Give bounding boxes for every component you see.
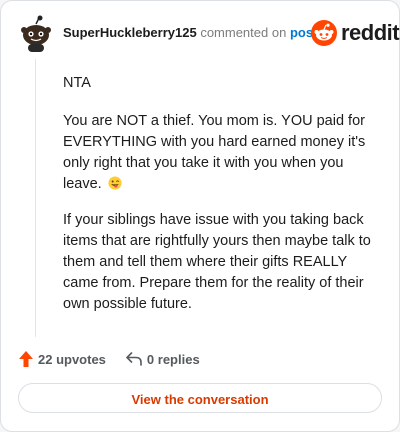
commented-on-text: commented on xyxy=(200,25,287,40)
snoo-avatar-icon xyxy=(21,15,51,52)
reddit-snoo-icon xyxy=(311,20,337,46)
comment-card: SuperHuckleberry125 commented on post re… xyxy=(0,0,400,432)
winking-tongue-emoji-icon xyxy=(108,176,122,190)
reply-count: 0 replies xyxy=(146,351,200,367)
comment-body: NTA You are NOT a thief. You mom is. YOU… xyxy=(63,73,381,330)
upvote-count: 22 upvotes xyxy=(38,351,106,367)
comment-paragraph: If your siblings have issue with you tak… xyxy=(63,212,371,312)
reply-button[interactable]: 0 replies xyxy=(126,352,200,367)
comment-paragraph: NTA xyxy=(63,75,91,91)
upvote-arrow-icon xyxy=(19,351,33,367)
reply-arrow-icon xyxy=(126,352,142,366)
reddit-wordmark: reddit xyxy=(341,20,400,45)
username-link[interactable]: SuperHuckleberry125 xyxy=(63,25,197,40)
comment-header: SuperHuckleberry125 commented on post xyxy=(63,25,317,41)
comment-paragraph-with-emoji: You are NOT a thief. You mom is. YOU pai… xyxy=(63,111,381,195)
comment-stats: 22 upvotes 0 replies xyxy=(19,349,200,369)
reddit-logo[interactable]: reddit xyxy=(311,19,400,47)
upvote-button[interactable]: 22 upvotes xyxy=(19,351,106,367)
user-avatar[interactable] xyxy=(19,15,53,53)
thread-line xyxy=(35,59,36,337)
view-conversation-button[interactable]: View the conversation xyxy=(18,383,382,413)
